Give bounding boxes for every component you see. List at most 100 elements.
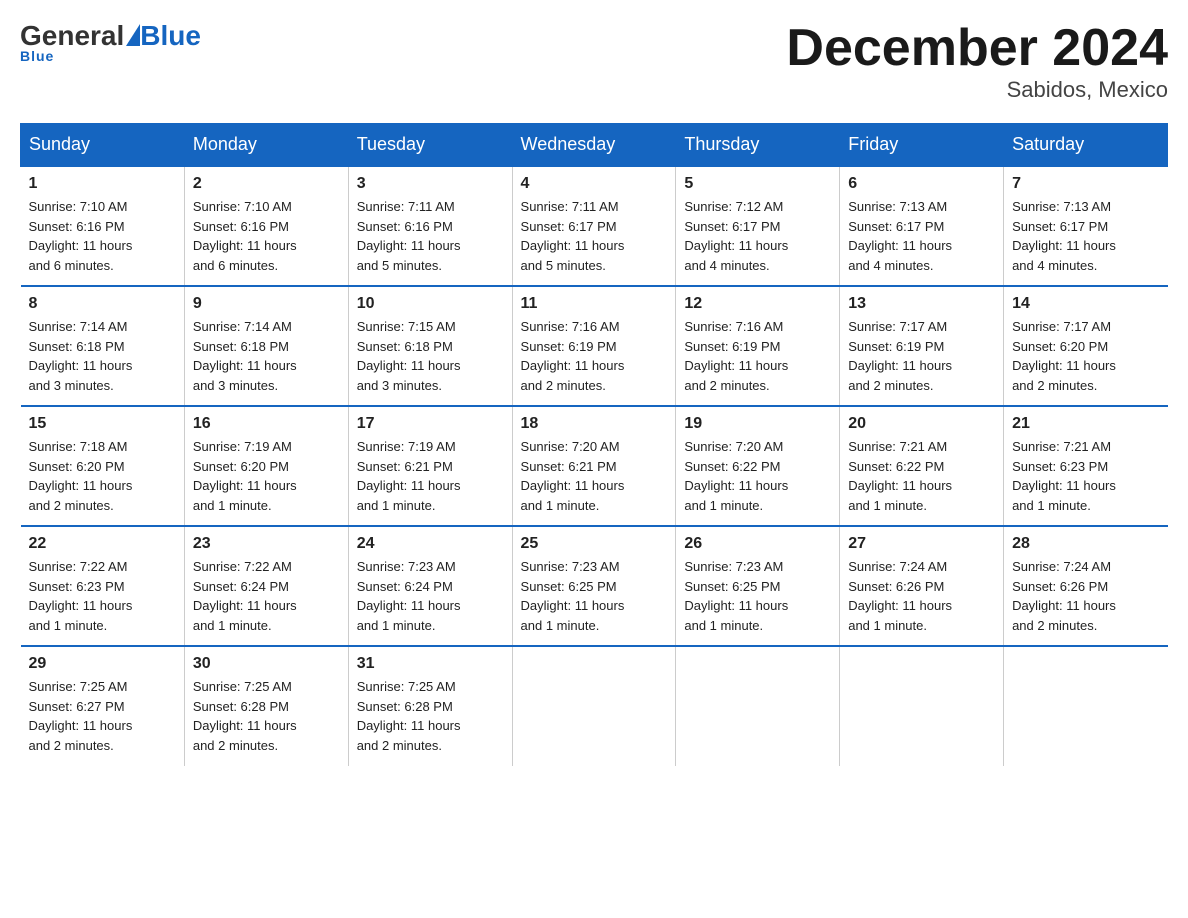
day-info: Sunrise: 7:15 AM Sunset: 6:18 PM Dayligh… — [357, 317, 504, 395]
day-number: 13 — [848, 295, 995, 313]
day-info: Sunrise: 7:14 AM Sunset: 6:18 PM Dayligh… — [193, 317, 340, 395]
day-info: Sunrise: 7:11 AM Sunset: 6:16 PM Dayligh… — [357, 197, 504, 275]
day-number: 26 — [684, 535, 831, 553]
day-number: 8 — [29, 295, 176, 313]
day-cell: 29 Sunrise: 7:25 AM Sunset: 6:27 PM Dayli… — [21, 646, 185, 766]
week-row-1: 1 Sunrise: 7:10 AM Sunset: 6:16 PM Daylig… — [21, 166, 1168, 286]
day-header-wednesday: Wednesday — [512, 124, 676, 167]
day-info: Sunrise: 7:22 AM Sunset: 6:24 PM Dayligh… — [193, 557, 340, 635]
day-cell: 20 Sunrise: 7:21 AM Sunset: 6:22 PM Dayli… — [840, 406, 1004, 526]
day-number: 23 — [193, 535, 340, 553]
day-number: 27 — [848, 535, 995, 553]
day-info: Sunrise: 7:17 AM Sunset: 6:19 PM Dayligh… — [848, 317, 995, 395]
day-cell: 3 Sunrise: 7:11 AM Sunset: 6:16 PM Daylig… — [348, 166, 512, 286]
day-info: Sunrise: 7:25 AM Sunset: 6:27 PM Dayligh… — [29, 677, 176, 755]
day-cell — [840, 646, 1004, 766]
day-number: 29 — [29, 655, 176, 673]
header-row: SundayMondayTuesdayWednesdayThursdayFrid… — [21, 124, 1168, 167]
day-info: Sunrise: 7:20 AM Sunset: 6:22 PM Dayligh… — [684, 437, 831, 515]
day-header-friday: Friday — [840, 124, 1004, 167]
day-number: 9 — [193, 295, 340, 313]
day-info: Sunrise: 7:10 AM Sunset: 6:16 PM Dayligh… — [193, 197, 340, 275]
day-cell: 6 Sunrise: 7:13 AM Sunset: 6:17 PM Daylig… — [840, 166, 1004, 286]
day-cell: 28 Sunrise: 7:24 AM Sunset: 6:26 PM Dayli… — [1004, 526, 1168, 646]
day-info: Sunrise: 7:19 AM Sunset: 6:20 PM Dayligh… — [193, 437, 340, 515]
day-cell: 11 Sunrise: 7:16 AM Sunset: 6:19 PM Dayli… — [512, 286, 676, 406]
day-cell: 9 Sunrise: 7:14 AM Sunset: 6:18 PM Daylig… — [184, 286, 348, 406]
day-cell: 2 Sunrise: 7:10 AM Sunset: 6:16 PM Daylig… — [184, 166, 348, 286]
day-cell: 12 Sunrise: 7:16 AM Sunset: 6:19 PM Dayli… — [676, 286, 840, 406]
logo-underline: Blue — [20, 48, 54, 64]
day-info: Sunrise: 7:24 AM Sunset: 6:26 PM Dayligh… — [848, 557, 995, 635]
day-info: Sunrise: 7:19 AM Sunset: 6:21 PM Dayligh… — [357, 437, 504, 515]
day-number: 3 — [357, 175, 504, 193]
day-number: 21 — [1012, 415, 1159, 433]
day-number: 20 — [848, 415, 995, 433]
day-number: 6 — [848, 175, 995, 193]
day-info: Sunrise: 7:14 AM Sunset: 6:18 PM Dayligh… — [29, 317, 176, 395]
day-number: 10 — [357, 295, 504, 313]
logo-triangle-icon — [126, 24, 140, 46]
day-cell: 24 Sunrise: 7:23 AM Sunset: 6:24 PM Dayli… — [348, 526, 512, 646]
day-cell — [1004, 646, 1168, 766]
day-number: 18 — [521, 415, 668, 433]
day-cell: 30 Sunrise: 7:25 AM Sunset: 6:28 PM Dayli… — [184, 646, 348, 766]
day-info: Sunrise: 7:11 AM Sunset: 6:17 PM Dayligh… — [521, 197, 668, 275]
day-info: Sunrise: 7:13 AM Sunset: 6:17 PM Dayligh… — [1012, 197, 1159, 275]
day-cell: 17 Sunrise: 7:19 AM Sunset: 6:21 PM Dayli… — [348, 406, 512, 526]
day-number: 22 — [29, 535, 176, 553]
day-number: 25 — [521, 535, 668, 553]
month-title: December 2024 — [786, 20, 1168, 77]
day-number: 1 — [29, 175, 176, 193]
day-cell: 31 Sunrise: 7:25 AM Sunset: 6:28 PM Dayli… — [348, 646, 512, 766]
day-info: Sunrise: 7:17 AM Sunset: 6:20 PM Dayligh… — [1012, 317, 1159, 395]
day-info: Sunrise: 7:16 AM Sunset: 6:19 PM Dayligh… — [521, 317, 668, 395]
logo-blue-text: Blue — [140, 20, 201, 52]
week-row-4: 22 Sunrise: 7:22 AM Sunset: 6:23 PM Dayli… — [21, 526, 1168, 646]
day-cell: 26Sunrise: 7:23 AM Sunset: 6:25 PM Dayli… — [676, 526, 840, 646]
day-number: 16 — [193, 415, 340, 433]
day-cell: 5Sunrise: 7:12 AM Sunset: 6:17 PM Daylig… — [676, 166, 840, 286]
day-cell — [512, 646, 676, 766]
day-cell: 10 Sunrise: 7:15 AM Sunset: 6:18 PM Dayli… — [348, 286, 512, 406]
day-number: 24 — [357, 535, 504, 553]
day-number: 5 — [684, 175, 831, 193]
calendar-table: SundayMondayTuesdayWednesdayThursdayFrid… — [20, 123, 1168, 766]
day-info: Sunrise: 7:22 AM Sunset: 6:23 PM Dayligh… — [29, 557, 176, 635]
day-info: Sunrise: 7:25 AM Sunset: 6:28 PM Dayligh… — [193, 677, 340, 755]
title-area: December 2024 Sabidos, Mexico — [786, 20, 1168, 103]
day-info: Sunrise: 7:20 AM Sunset: 6:21 PM Dayligh… — [521, 437, 668, 515]
page-header: General Blue Blue December 2024 Sabidos,… — [20, 20, 1168, 103]
day-info: Sunrise: 7:10 AM Sunset: 6:16 PM Dayligh… — [29, 197, 176, 275]
day-info: Sunrise: 7:23 AM Sunset: 6:24 PM Dayligh… — [357, 557, 504, 635]
day-info: Sunrise: 7:18 AM Sunset: 6:20 PM Dayligh… — [29, 437, 176, 515]
day-info: Sunrise: 7:25 AM Sunset: 6:28 PM Dayligh… — [357, 677, 504, 755]
day-info: Sunrise: 7:21 AM Sunset: 6:22 PM Dayligh… — [848, 437, 995, 515]
location: Sabidos, Mexico — [786, 77, 1168, 103]
day-info: Sunrise: 7:23 AM Sunset: 6:25 PM Dayligh… — [521, 557, 668, 635]
day-cell: 4Sunrise: 7:11 AM Sunset: 6:17 PM Daylig… — [512, 166, 676, 286]
day-number: 14 — [1012, 295, 1159, 313]
day-cell: 21 Sunrise: 7:21 AM Sunset: 6:23 PM Dayli… — [1004, 406, 1168, 526]
day-number: 11 — [521, 295, 668, 313]
day-info: Sunrise: 7:21 AM Sunset: 6:23 PM Dayligh… — [1012, 437, 1159, 515]
day-header-monday: Monday — [184, 124, 348, 167]
day-number: 31 — [357, 655, 504, 673]
week-row-5: 29 Sunrise: 7:25 AM Sunset: 6:27 PM Dayli… — [21, 646, 1168, 766]
logo: General Blue Blue — [20, 20, 201, 64]
day-cell: 19 Sunrise: 7:20 AM Sunset: 6:22 PM Dayli… — [676, 406, 840, 526]
day-number: 30 — [193, 655, 340, 673]
day-number: 17 — [357, 415, 504, 433]
day-number: 12 — [684, 295, 831, 313]
day-info: Sunrise: 7:24 AM Sunset: 6:26 PM Dayligh… — [1012, 557, 1159, 635]
day-cell: 25 Sunrise: 7:23 AM Sunset: 6:25 PM Dayli… — [512, 526, 676, 646]
day-header-tuesday: Tuesday — [348, 124, 512, 167]
day-info: Sunrise: 7:13 AM Sunset: 6:17 PM Dayligh… — [848, 197, 995, 275]
day-cell: 8 Sunrise: 7:14 AM Sunset: 6:18 PM Daylig… — [21, 286, 185, 406]
day-cell — [676, 646, 840, 766]
day-info: Sunrise: 7:16 AM Sunset: 6:19 PM Dayligh… — [684, 317, 831, 395]
day-cell: 14 Sunrise: 7:17 AM Sunset: 6:20 PM Dayli… — [1004, 286, 1168, 406]
day-number: 19 — [684, 415, 831, 433]
day-number: 28 — [1012, 535, 1159, 553]
day-number: 2 — [193, 175, 340, 193]
